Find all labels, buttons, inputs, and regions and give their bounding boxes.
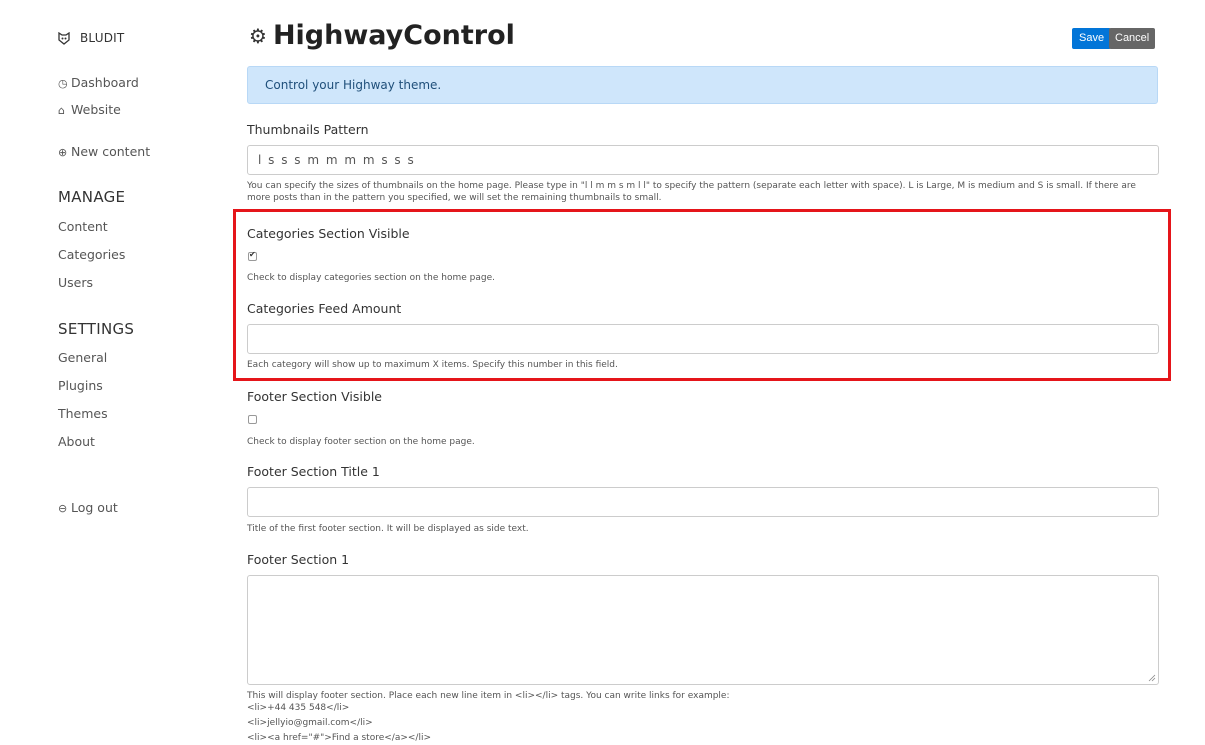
gear-icon: ⚙ xyxy=(249,23,267,48)
settings-heading: SETTINGS xyxy=(58,320,135,338)
brand[interactable]: BLUDIT xyxy=(58,31,124,45)
nav-new-content[interactable]: ⊕ New content xyxy=(58,144,150,159)
footer-section-1-textarea[interactable] xyxy=(247,575,1159,685)
sidebar-item-themes[interactable]: Themes xyxy=(58,406,108,421)
cancel-button[interactable]: Cancel xyxy=(1109,28,1156,49)
footer-example-line: <li><a href="#">Find a store</a></li> xyxy=(247,733,431,743)
highlight-box xyxy=(233,209,1171,381)
footer-visible-help: Check to display footer section on the h… xyxy=(247,437,475,447)
footer-visible-label: Footer Section Visible xyxy=(247,389,382,404)
footer-example-line: <li>jellyio@gmail.com</li> xyxy=(247,718,373,728)
sidebar-item-general[interactable]: General xyxy=(58,350,107,365)
thumbnails-input[interactable]: l s s s m m m m s s s xyxy=(247,145,1159,175)
nav-new-content-label: New content xyxy=(71,144,151,159)
nav-website-label: Website xyxy=(71,102,121,117)
sidebar-item-plugins[interactable]: Plugins xyxy=(58,378,103,393)
page-title-text: HighwayControl xyxy=(272,20,515,51)
page-title: ⚙ HighwayControl xyxy=(249,20,515,51)
sidebar-item-users[interactable]: Users xyxy=(58,275,93,290)
home-icon: ⌂ xyxy=(58,104,65,117)
thumbnails-help: You can specify the sizes of thumbnails … xyxy=(247,181,1136,203)
resize-grip-icon[interactable] xyxy=(1148,674,1156,682)
sidebar-item-content[interactable]: Content xyxy=(58,219,108,234)
brand-name: BLUDIT xyxy=(80,31,125,45)
footer-title-1-input[interactable] xyxy=(247,487,1159,517)
nav-dashboard[interactable]: ◷ Dashboard xyxy=(58,75,139,90)
logout-icon: ⊖ xyxy=(58,502,68,515)
dashboard-icon: ◷ xyxy=(58,77,68,90)
nav-logout-label: Log out xyxy=(71,500,118,515)
sidebar-item-categories[interactable]: Categories xyxy=(58,247,125,262)
footer-visible-checkbox[interactable] xyxy=(248,415,257,424)
manage-heading: MANAGE xyxy=(58,188,126,206)
plus-circle-icon: ⊕ xyxy=(58,146,68,159)
footer-title-1-label: Footer Section Title 1 xyxy=(247,464,380,479)
footer-title-1-help: Title of the first footer section. It wi… xyxy=(247,524,529,534)
bludit-logo-icon xyxy=(58,31,70,45)
nav-dashboard-label: Dashboard xyxy=(71,75,139,90)
sidebar-item-about[interactable]: About xyxy=(58,434,95,449)
footer-section-1-label: Footer Section 1 xyxy=(247,552,350,567)
footer-section-1-help: This will display footer section. Place … xyxy=(247,691,730,701)
nav-logout[interactable]: ⊖ Log out xyxy=(58,500,118,515)
nav-website[interactable]: ⌂ Website xyxy=(58,102,121,117)
footer-example-line: <li>+44 435 548</li> xyxy=(247,703,350,713)
thumbnails-label: Thumbnails Pattern xyxy=(247,122,369,137)
info-alert: Control your Highway theme. xyxy=(247,66,1158,104)
save-button[interactable]: Save xyxy=(1072,28,1112,49)
